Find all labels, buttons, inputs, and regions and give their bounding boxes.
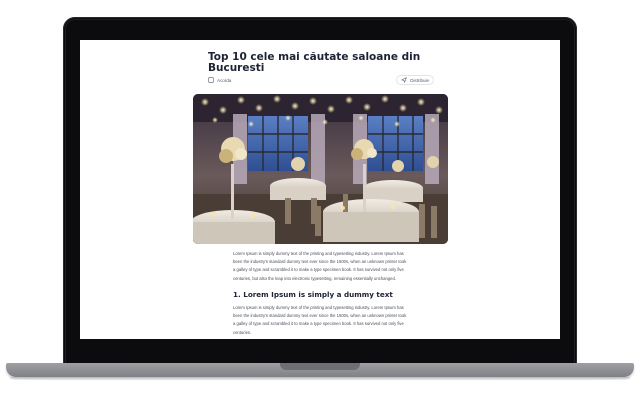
laptop-mockup: Top 10 cele mai căutate saloane din Bucu…	[0, 0, 640, 400]
bookmark-icon	[208, 77, 214, 83]
article-paragraph: Lorem Ipsum is simply dummy text of the …	[233, 305, 407, 335]
save-label: Acorda	[217, 77, 232, 83]
article-actions: Acorda Distribuie	[208, 75, 434, 85]
article-paragraph: Lorem Ipsum is simply dummy text of the …	[233, 251, 407, 281]
laptop-shadow	[10, 377, 630, 381]
share-label: Distribuie	[410, 77, 429, 83]
laptop-base-notch	[280, 363, 360, 370]
banquet-hall-photo	[193, 94, 448, 244]
share-button[interactable]: Distribuie	[396, 75, 434, 85]
hero-image	[193, 94, 448, 244]
article-title: Top 10 cele mai căutate saloane din Bucu…	[208, 51, 421, 74]
save-button[interactable]: Acorda	[208, 77, 231, 83]
laptop-screen: Top 10 cele mai căutate saloane din Bucu…	[80, 40, 560, 339]
share-arrow-icon	[401, 77, 407, 83]
section-heading: 1. Lorem Ipsum is simply a dummy text	[233, 290, 393, 299]
